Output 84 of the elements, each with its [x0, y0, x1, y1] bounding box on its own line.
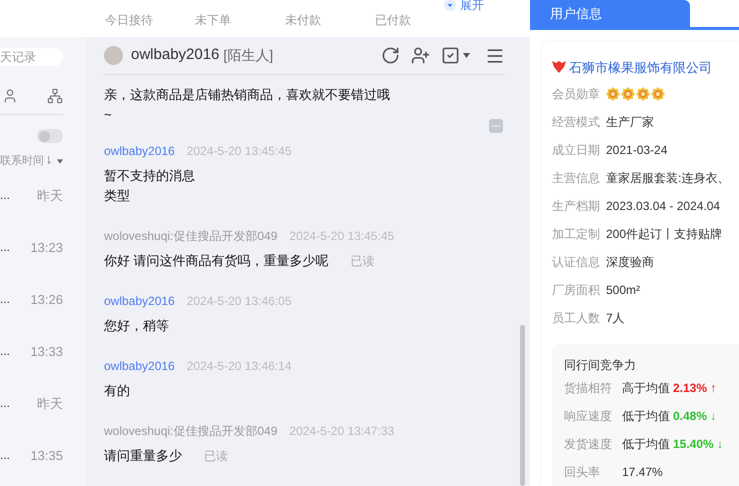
medal-icon — [636, 87, 650, 101]
conversation-time: 13:26 — [30, 290, 63, 308]
sender-name: owlbaby2016 — [104, 143, 175, 160]
contact-name: owlbaby2016 — [131, 45, 220, 66]
info-value: 2021-03-24 — [606, 142, 668, 159]
info-label: 认证信息 — [552, 254, 600, 271]
stats-tab[interactable]: 未付款 — [285, 11, 375, 29]
message-text: 您好，稍等 — [104, 317, 169, 335]
read-status: 已读 — [204, 448, 228, 465]
medal-icon — [621, 87, 635, 101]
stats-tab[interactable]: 已付款 — [375, 11, 465, 29]
info-label: 成立日期 — [552, 142, 600, 159]
shield-icon — [552, 61, 566, 74]
avatar — [104, 46, 123, 65]
conversation-preview[interactable]: ... — [0, 394, 10, 412]
info-label: 员工人数 — [552, 310, 600, 327]
sender-name: woloveshuqi:促佳搜品开发部049 — [104, 423, 278, 440]
metric-label: 货描相符 — [564, 380, 613, 397]
sender-name: owlbaby2016 — [104, 293, 175, 310]
sender-name: woloveshuqi:促佳搜品开发部049 — [104, 228, 278, 245]
medal-icon — [606, 87, 620, 101]
caret-down-icon — [444, 0, 456, 11]
message-time: 2024-5-20 13:46:05 — [186, 293, 292, 310]
read-status: 已读 — [350, 253, 375, 270]
stats-tab[interactable]: 今日接待 — [105, 11, 195, 29]
message-text: 暂不支持的消息类型 — [104, 167, 196, 205]
contact-tag: [陌生人] — [223, 45, 274, 66]
section-title: 同行间竞争力 — [564, 357, 637, 374]
metric-percent: 2.13% ↑ — [673, 380, 716, 397]
person-icon[interactable] — [2, 88, 18, 104]
info-label: 经营模式 — [552, 114, 600, 131]
info-label: 加工定制 — [552, 226, 600, 243]
conversation-time: 13:23 — [30, 238, 63, 256]
add-user-icon[interactable] — [411, 46, 430, 65]
info-label: 生产档期 — [552, 198, 600, 215]
metric-comparison: 高于均值 — [622, 380, 670, 397]
info-value: 500m² — [606, 282, 640, 299]
info-value: 童家居服套装:连身衣、 — [606, 170, 730, 187]
message-time: 2024-5-20 13:47:33 — [289, 423, 394, 440]
conversation-preview[interactable]: ... — [0, 238, 10, 256]
caret-down-icon[interactable] — [463, 53, 470, 58]
info-value: 200件起订丨支持贴牌 — [606, 226, 722, 243]
scrollbar[interactable] — [520, 325, 525, 486]
toggle-switch[interactable] — [37, 129, 63, 143]
refresh-icon[interactable] — [381, 46, 400, 65]
stats-tab[interactable]: 未下单 — [195, 11, 285, 29]
metric-label: 响应速度 — [564, 408, 613, 425]
metric-percent: 15.40% ↓ — [673, 436, 724, 453]
medal-icon — [651, 87, 665, 101]
message-time: 2024-5-20 13:45:45 — [186, 143, 292, 160]
task-dropdown[interactable] — [441, 46, 470, 65]
conversation-preview[interactable]: ... — [0, 290, 10, 308]
user-info-tab[interactable]: 用户信息 — [530, 0, 690, 26]
conversation-time: 昨天 — [37, 394, 63, 412]
info-value: 深度验商 — [606, 254, 654, 271]
info-value: 7人 — [606, 310, 625, 327]
info-value: 生产厂家 — [606, 114, 654, 131]
conversation-time: 13:35 — [30, 446, 63, 464]
conversation-time: 昨天 — [37, 186, 63, 204]
message-text: 有的 — [104, 382, 130, 400]
metric-label: 回头率 — [564, 464, 601, 481]
metric-comparison: 低于均值 — [622, 408, 670, 425]
metric-label: 发货速度 — [564, 436, 613, 453]
metric-comparison: 17.47% — [622, 464, 663, 481]
sender-name: owlbaby2016 — [104, 358, 175, 375]
metric-comparison: 低于均值 — [622, 436, 670, 453]
info-label: 厂房面积 — [552, 282, 600, 299]
info-label: 主营信息 — [552, 170, 600, 187]
search-field[interactable]: 天记录 — [0, 48, 63, 66]
info-label: 会员勋章 — [552, 86, 600, 103]
message-time: 2024-5-20 13:45:45 — [289, 228, 394, 245]
message-text: 亲，这款商品是店铺热销商品，喜欢就不要错过哦~ — [104, 86, 391, 124]
conversation-preview[interactable]: ... — [0, 186, 10, 204]
network-icon[interactable] — [47, 88, 63, 104]
company-name[interactable]: 石狮市橡果服饰有限公司 — [569, 58, 712, 77]
info-value: 2023.03.04 - 2024.04 — [606, 198, 720, 215]
conversation-preview[interactable]: ... — [0, 446, 10, 464]
message-text: 请问重量多少 — [104, 447, 182, 465]
message-text: 你好 请问这件商品有货吗，重量多少呢 — [104, 252, 329, 270]
conversation-time: 13:33 — [30, 342, 63, 360]
caret-down-icon[interactable] — [57, 158, 63, 164]
metric-percent: 0.48% ↓ — [673, 408, 716, 425]
message-time: 2024-5-20 13:46:14 — [186, 358, 292, 375]
conversation-preview[interactable]: ... — [0, 342, 10, 360]
